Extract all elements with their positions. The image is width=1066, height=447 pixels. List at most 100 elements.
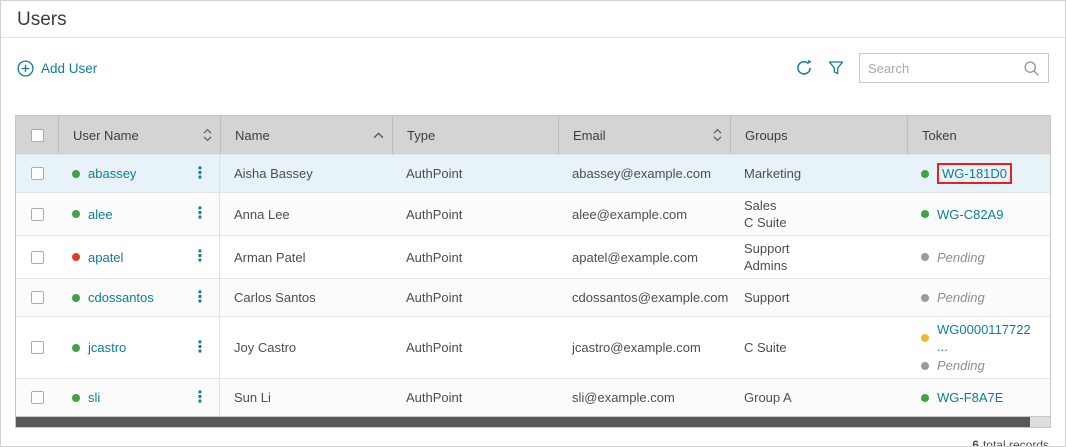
sort-icon[interactable] <box>707 128 722 142</box>
user-full-name: Carlos Santos <box>220 279 392 316</box>
group-label: Admins <box>744 257 787 274</box>
search-input[interactable] <box>868 61 1023 76</box>
group-label: Sales <box>744 197 777 214</box>
row-checkbox-cell <box>16 155 58 192</box>
username-link[interactable]: alee <box>88 207 113 222</box>
search-icon[interactable] <box>1023 60 1040 77</box>
token-line: WG-F8A7E <box>921 389 1003 406</box>
token-pending-label: Pending <box>937 289 985 306</box>
user-groups: Group A <box>730 379 907 416</box>
sort-icon[interactable] <box>367 132 384 139</box>
user-full-name: Sun Li <box>220 379 392 416</box>
user-token: WG-C82A9 <box>907 193 1050 235</box>
token-link[interactable]: WG-181D0 <box>942 166 1007 181</box>
row-menu-icon[interactable]: ⋮ <box>189 166 211 182</box>
user-full-name: Arman Patel <box>220 236 392 278</box>
token-link[interactable]: WG-F8A7E <box>937 389 1003 406</box>
token-link[interactable]: WG0000117722 ... <box>937 321 1042 355</box>
username-cell: jcastro ⋮ <box>58 317 220 378</box>
header-checkbox-cell <box>16 116 58 154</box>
token-status-dot <box>921 362 929 370</box>
records-label: total records <box>983 438 1049 447</box>
row-checkbox[interactable] <box>31 341 44 354</box>
username-link[interactable]: jcastro <box>88 340 126 355</box>
row-checkbox-cell <box>16 193 58 235</box>
page-title: Users <box>17 9 1049 31</box>
column-header-name[interactable]: Name <box>220 116 392 154</box>
user-status-dot <box>72 294 80 302</box>
user-token: WG0000117722 ...Pending <box>907 317 1050 378</box>
group-label: Support <box>744 240 790 257</box>
user-type: AuthPoint <box>392 236 558 278</box>
row-checkbox[interactable] <box>31 251 44 264</box>
row-menu-icon[interactable]: ⋮ <box>189 390 211 406</box>
sort-icon[interactable] <box>197 128 212 142</box>
toolbar: Add User <box>1 38 1065 83</box>
token-status-dot <box>921 253 929 261</box>
users-table: User Name Name Type Email Groups Token <box>15 115 1051 428</box>
user-groups: Support <box>730 279 907 316</box>
column-label: Name <box>235 128 270 143</box>
table-row: apatel ⋮ Arman Patel AuthPoint apatel@ex… <box>16 235 1050 278</box>
column-header-type[interactable]: Type <box>392 116 558 154</box>
username-cell: abassey ⋮ <box>58 155 220 192</box>
user-status-dot <box>72 210 80 218</box>
page-header: Users <box>1 1 1065 38</box>
user-email: cdossantos@example.com <box>558 279 730 316</box>
username-link[interactable]: cdossantos <box>88 290 154 305</box>
user-status-dot <box>72 253 80 261</box>
table-row: abassey ⋮ Aisha Bassey AuthPoint abassey… <box>16 154 1050 192</box>
group-label: Support <box>744 289 790 306</box>
refresh-icon[interactable] <box>795 59 813 77</box>
add-user-button[interactable]: Add User <box>17 60 97 77</box>
token-link[interactable]: WG-C82A9 <box>937 206 1003 223</box>
token-status-dot <box>921 334 929 342</box>
total-records: 6 total records <box>1 428 1065 447</box>
column-label: Token <box>922 128 957 143</box>
users-page: Users Add User <box>0 0 1066 447</box>
username-cell: alee ⋮ <box>58 193 220 235</box>
horizontal-scrollbar[interactable] <box>16 416 1050 427</box>
row-menu-icon[interactable]: ⋮ <box>189 206 211 222</box>
column-label: Groups <box>745 128 788 143</box>
row-menu-icon[interactable]: ⋮ <box>189 290 211 306</box>
user-type: AuthPoint <box>392 279 558 316</box>
token-status-dot <box>921 170 929 178</box>
username-link[interactable]: abassey <box>88 166 136 181</box>
user-status-dot <box>72 394 80 402</box>
token-line: Pending <box>921 289 985 306</box>
group-label: C Suite <box>744 339 787 356</box>
user-token: Pending <box>907 236 1050 278</box>
scrollbar-thumb[interactable] <box>16 417 1030 427</box>
row-menu-icon[interactable]: ⋮ <box>189 340 211 356</box>
column-header-groups[interactable]: Groups <box>730 116 907 154</box>
filter-icon[interactable] <box>828 60 844 76</box>
username-cell: sli ⋮ <box>58 379 220 416</box>
row-checkbox[interactable] <box>31 208 44 221</box>
user-email: sli@example.com <box>558 379 730 416</box>
table-row: cdossantos ⋮ Carlos Santos AuthPoint cdo… <box>16 278 1050 316</box>
table-row: alee ⋮ Anna Lee AuthPoint alee@example.c… <box>16 192 1050 235</box>
column-header-token[interactable]: Token <box>907 116 1050 154</box>
column-header-email[interactable]: Email <box>558 116 730 154</box>
username-link[interactable]: apatel <box>88 250 123 265</box>
username-cell: cdossantos ⋮ <box>58 279 220 316</box>
row-menu-icon[interactable]: ⋮ <box>189 249 211 265</box>
token-line: WG-C82A9 <box>921 206 1003 223</box>
user-type: AuthPoint <box>392 317 558 378</box>
token-pending-label: Pending <box>937 249 985 266</box>
column-header-username[interactable]: User Name <box>58 116 220 154</box>
row-checkbox[interactable] <box>31 291 44 304</box>
row-checkbox[interactable] <box>31 167 44 180</box>
token-line: WG0000117722 ... <box>921 321 1042 355</box>
token-line: Pending <box>921 249 985 266</box>
user-status-dot <box>72 170 80 178</box>
user-email: jcastro@example.com <box>558 317 730 378</box>
group-label: Marketing <box>744 165 801 182</box>
select-all-checkbox[interactable] <box>31 129 44 142</box>
token-status-dot <box>921 294 929 302</box>
search-box <box>859 53 1049 83</box>
row-checkbox[interactable] <box>31 391 44 404</box>
username-link[interactable]: sli <box>88 390 100 405</box>
token-status-dot <box>921 210 929 218</box>
